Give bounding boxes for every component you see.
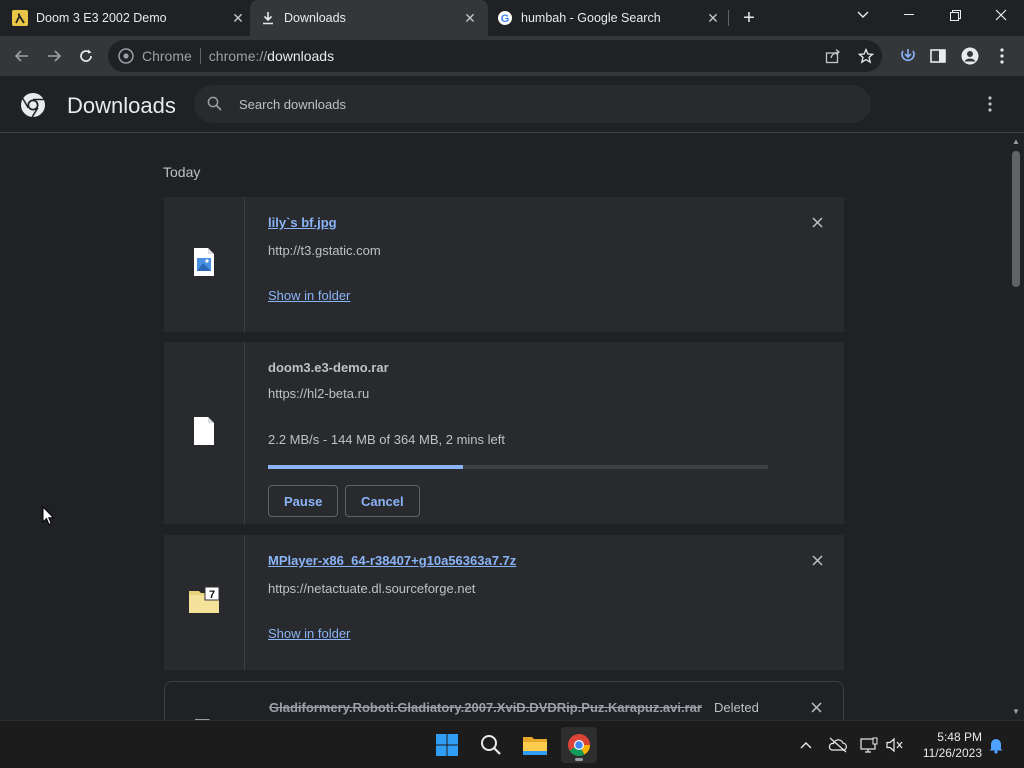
7z-archive-icon: 7	[188, 586, 220, 619]
download-item-deleted: Gladiformery.Roboti.Gladiatory.2007.XviD…	[164, 681, 844, 720]
scrollbar[interactable]: ▲ ▼	[1008, 133, 1024, 720]
scrollbar-thumb[interactable]	[1012, 151, 1020, 287]
clock-time: 5:48 PM	[937, 730, 982, 744]
svg-text:G: G	[501, 13, 510, 25]
url-scheme: chrome://	[208, 48, 268, 64]
notification-bell-icon[interactable]	[986, 735, 1006, 755]
progress-status: 2.2 MB/s - 144 MB of 364 MB, 2 mins left	[268, 432, 505, 447]
tab-title: Downloads	[284, 11, 346, 25]
url-host: downloads	[267, 48, 335, 64]
file-name-link[interactable]: MPlayer-x86_64-r38407+g10a56363a7.7z	[268, 553, 516, 568]
omnibox-separator	[199, 48, 201, 64]
address-bar[interactable]: Chrome chrome://downloads	[108, 40, 882, 72]
divider	[244, 342, 245, 524]
windows-start-icon[interactable]	[429, 727, 465, 763]
tab-separator	[728, 10, 729, 26]
speaker-muted-icon[interactable]	[885, 735, 905, 755]
remove-item-icon[interactable]	[809, 552, 825, 568]
minimize-button[interactable]	[886, 0, 932, 30]
search-icon	[207, 96, 223, 112]
progress-bar	[268, 465, 768, 469]
network-icon[interactable]	[859, 735, 879, 755]
tab-search-chevron-icon[interactable]	[840, 0, 886, 30]
downloads-header: Downloads	[0, 76, 1024, 133]
show-in-folder-link[interactable]: Show in folder	[268, 288, 350, 303]
back-button[interactable]	[10, 44, 34, 68]
search-box[interactable]	[194, 85, 871, 123]
file-name: Gladiformery.Roboti.Gladiatory.2007.XviD…	[269, 700, 702, 715]
bookmark-star-icon[interactable]	[856, 46, 876, 66]
taskbar-search-icon[interactable]	[473, 727, 509, 763]
pause-button[interactable]: Pause	[268, 485, 339, 517]
close-window-button[interactable]	[978, 0, 1024, 30]
cancel-button[interactable]: Cancel	[345, 485, 420, 517]
tab-doom3[interactable]: Doom 3 E3 2002 Demo ✕	[12, 0, 246, 36]
date-heading: Today	[163, 164, 201, 180]
file-source-url: https://hl2-beta.ru	[268, 386, 370, 401]
taskbar: 5:48 PM 11/26/2023	[0, 720, 1024, 768]
profile-icon[interactable]	[958, 44, 982, 68]
search-input[interactable]	[239, 96, 839, 112]
system-clock[interactable]: 5:48 PM 11/26/2023	[916, 729, 982, 761]
file-icon-container	[165, 682, 245, 720]
show-in-folder-link[interactable]: Show in folder	[268, 626, 350, 641]
new-tab-button[interactable]: +	[737, 6, 761, 30]
close-tab-icon[interactable]: ✕	[705, 10, 721, 26]
download-icon	[260, 10, 276, 26]
downloads-list: Today lily`s bf.jpg http://t3.gstatic.co…	[0, 133, 1008, 720]
scroll-down-arrow-icon[interactable]: ▼	[1011, 706, 1021, 716]
tab-downloads[interactable]: Downloads ✕	[250, 0, 488, 36]
chrome-logo-icon	[20, 92, 46, 118]
clock-date: 11/26/2023	[922, 746, 982, 760]
share-icon[interactable]	[823, 46, 843, 66]
file-source-url: http://t3.gstatic.com	[268, 243, 381, 258]
svg-text:7: 7	[209, 589, 215, 601]
page-title: Downloads	[67, 93, 176, 118]
blank-file-icon	[193, 416, 215, 451]
deleted-status: Deleted	[714, 700, 759, 715]
downloads-toolbar-icon[interactable]	[896, 44, 920, 68]
restore-button[interactable]	[932, 0, 978, 30]
divider	[244, 535, 245, 670]
reload-button[interactable]	[74, 44, 98, 68]
close-tab-icon[interactable]: ✕	[462, 10, 478, 26]
download-item-in-progress: doom3.e3-demo.rar https://hl2-beta.ru 2.…	[164, 342, 844, 524]
file-icon-container: 7	[164, 535, 244, 670]
tab-title: humbah - Google Search	[521, 11, 661, 25]
progress-bar-fill	[268, 465, 463, 469]
download-item: 7 MPlayer-x86_64-r38407+g10a56363a7.7z h…	[164, 535, 844, 670]
side-panel-icon[interactable]	[926, 44, 950, 68]
image-file-icon	[193, 247, 215, 282]
file-icon-container	[164, 197, 244, 332]
lambda-icon	[12, 10, 28, 26]
tab-title: Doom 3 E3 2002 Demo	[36, 11, 167, 25]
forward-button[interactable]	[42, 44, 66, 68]
file-name-link[interactable]: lily`s bf.jpg	[268, 215, 337, 230]
remove-item-icon[interactable]	[808, 699, 824, 715]
more-actions-icon[interactable]	[980, 94, 1000, 114]
download-item: lily`s bf.jpg http://t3.gstatic.com Show…	[164, 197, 844, 332]
file-icon-container	[164, 342, 244, 524]
remove-item-icon[interactable]	[809, 214, 825, 230]
google-icon: G	[497, 10, 513, 26]
file-explorer-icon[interactable]	[517, 727, 553, 763]
tab-strip: Doom 3 E3 2002 Demo ✕ Downloads ✕ G humb…	[0, 0, 1024, 36]
file-source-url: https://netactuate.dl.sourceforge.net	[268, 581, 476, 596]
chrome-menu-icon[interactable]	[990, 44, 1014, 68]
chrome-chip-label: Chrome	[142, 48, 192, 64]
active-indicator	[575, 758, 583, 761]
chrome-taskbar-icon[interactable]	[561, 727, 597, 763]
file-name: doom3.e3-demo.rar	[268, 360, 389, 375]
divider	[244, 197, 245, 332]
mouse-cursor-icon	[42, 505, 56, 526]
close-tab-icon[interactable]: ✕	[230, 10, 246, 26]
scroll-up-arrow-icon[interactable]: ▲	[1011, 136, 1021, 146]
tab-google-search[interactable]: G humbah - Google Search ✕	[497, 0, 721, 36]
show-hidden-icons-chevron-icon[interactable]	[796, 735, 816, 755]
onedrive-offline-icon[interactable]	[828, 735, 848, 755]
chrome-logo-icon	[118, 48, 134, 64]
